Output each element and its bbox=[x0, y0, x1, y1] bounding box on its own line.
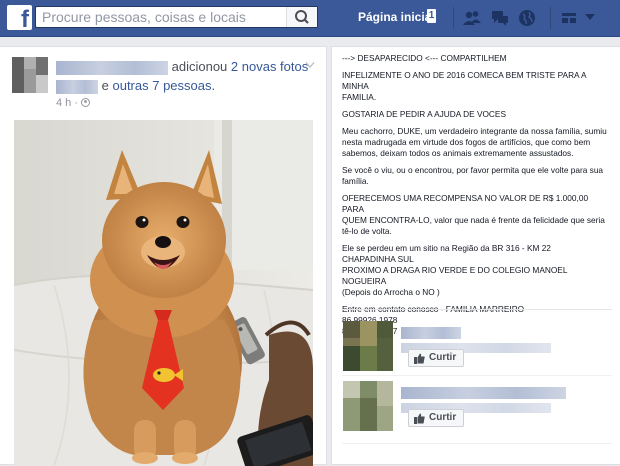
photos-link[interactable]: 2 novas fotos bbox=[231, 59, 308, 74]
post-options-chevron-icon[interactable] bbox=[305, 61, 315, 69]
desc-paragraph: INFELIZMENTE O ANO DE 2016 COMECA BEM TR… bbox=[342, 70, 612, 103]
timestamp-text[interactable]: 4 h bbox=[56, 97, 71, 109]
like-button-label: Curtir bbox=[429, 412, 457, 423]
post-action-text: adicionou bbox=[171, 59, 228, 74]
thumbs-up-icon bbox=[414, 353, 425, 364]
page-suggestion: Curtir bbox=[343, 381, 613, 435]
globe-icon[interactable] bbox=[518, 9, 536, 27]
desc-paragraph: GOSTARIA DE PEDIR A AJUDA DE VOCES bbox=[342, 109, 612, 120]
chevron-down-icon[interactable] bbox=[584, 11, 596, 23]
friends-icon[interactable] bbox=[463, 9, 481, 27]
desc-line: QUEM ENCONTRA-LO, valor que nada é frent… bbox=[342, 215, 605, 225]
desc-line: GOSTARIA DE PEDIR A AJUDA DE VOCES bbox=[342, 109, 506, 119]
desc-line: Se você o viu, ou o encontrou, por favor… bbox=[342, 165, 604, 175]
dog-photo[interactable] bbox=[14, 120, 313, 466]
top-navigation-bar: f Página inicial 1 bbox=[0, 0, 620, 37]
desc-line: Ele se perdeu em um sitio na Região da B… bbox=[342, 243, 551, 253]
desc-line: tê-lo de volta. bbox=[342, 226, 392, 236]
tagged-name-redacted[interactable] bbox=[56, 79, 98, 94]
like-button-label: Curtir bbox=[429, 352, 457, 363]
friends-audience-icon[interactable] bbox=[81, 98, 91, 107]
period-text: . bbox=[211, 78, 216, 93]
page-thumbnail-image bbox=[343, 381, 393, 431]
desc-paragraph: Ele se perdeu em um sitio na Região da B… bbox=[342, 243, 612, 298]
desc-paragraph: Se você o viu, ou o encontrou, por favor… bbox=[342, 165, 612, 187]
tagged-people-link[interactable]: outras 7 pessoas bbox=[112, 78, 211, 93]
thumbs-up-icon bbox=[414, 413, 425, 424]
like-page-button[interactable]: Curtir bbox=[408, 349, 464, 367]
like-page-button[interactable]: Curtir bbox=[408, 409, 464, 427]
post-header-line-2: e outras 7 pessoas. bbox=[56, 78, 306, 94]
avatar[interactable] bbox=[12, 57, 48, 93]
page-thumbnail-image bbox=[343, 321, 393, 371]
divider bbox=[342, 443, 612, 444]
search-box bbox=[35, 6, 318, 28]
desc-line: PROXIMO A DRAGA RIO VERDE E DO COLEGIO M… bbox=[342, 265, 568, 286]
desc-line: ---> DESAPARECIDO <--- COMPARTILHEM bbox=[342, 53, 507, 63]
search-button[interactable] bbox=[286, 7, 317, 27]
divider bbox=[342, 309, 612, 310]
divider bbox=[453, 7, 454, 29]
home-link[interactable]: Página inicial bbox=[358, 10, 435, 24]
desc-paragraph: ---> DESAPARECIDO <--- COMPARTILHEM bbox=[342, 53, 612, 64]
desc-line: família. bbox=[342, 176, 369, 186]
desc-line: CHAPADINHA SUL bbox=[342, 254, 414, 264]
search-icon bbox=[295, 10, 309, 24]
desc-line: nesta madrugada em virtude dos fogos de … bbox=[342, 137, 591, 147]
post-header-line: adicionou 2 novas fotos bbox=[56, 59, 308, 75]
facebook-logo[interactable]: f bbox=[7, 5, 32, 30]
page-thumbnail[interactable] bbox=[343, 321, 393, 371]
desc-line: FAMILIA. bbox=[342, 92, 377, 102]
post-description-panel: ---> DESAPARECIDO <--- COMPARTILHEM INFE… bbox=[331, 46, 620, 465]
desc-paragraph: OFERECEMOS UMA RECOMPENSA NO VALOR DE R$… bbox=[342, 193, 612, 237]
author-name-redacted[interactable] bbox=[56, 60, 168, 75]
divider bbox=[342, 375, 612, 376]
post-timestamp: 4 h · bbox=[56, 97, 91, 109]
desc-line: Meu cachorro, DUKE, um verdadeiro integr… bbox=[342, 126, 607, 136]
page-suggestion: Curtir bbox=[343, 321, 613, 375]
page-thumbnail[interactable] bbox=[343, 381, 393, 431]
post-description: ---> DESAPARECIDO <--- COMPARTILHEM INFE… bbox=[342, 53, 612, 343]
home-count-badge: 1 bbox=[427, 9, 436, 23]
conjunction-text: e bbox=[101, 78, 109, 93]
dog-photo-illustration bbox=[14, 120, 313, 466]
divider bbox=[550, 7, 551, 29]
desc-line: sabemos, deixam todos os animais extrema… bbox=[342, 148, 574, 158]
desc-line: (Depois do Arrocha o NO ) bbox=[342, 287, 440, 297]
post-photo-panel: adicionou 2 novas fotos e outras 7 pesso… bbox=[0, 46, 327, 466]
messages-icon[interactable] bbox=[491, 9, 509, 27]
desc-line: OFERECEMOS UMA RECOMPENSA NO VALOR DE R$… bbox=[342, 193, 589, 214]
search-input[interactable] bbox=[36, 7, 292, 27]
settings-icon[interactable] bbox=[560, 9, 578, 27]
desc-paragraph: Meu cachorro, DUKE, um verdadeiro integr… bbox=[342, 126, 612, 159]
desc-line: INFELIZMENTE O ANO DE 2016 COMECA BEM TR… bbox=[342, 70, 587, 91]
